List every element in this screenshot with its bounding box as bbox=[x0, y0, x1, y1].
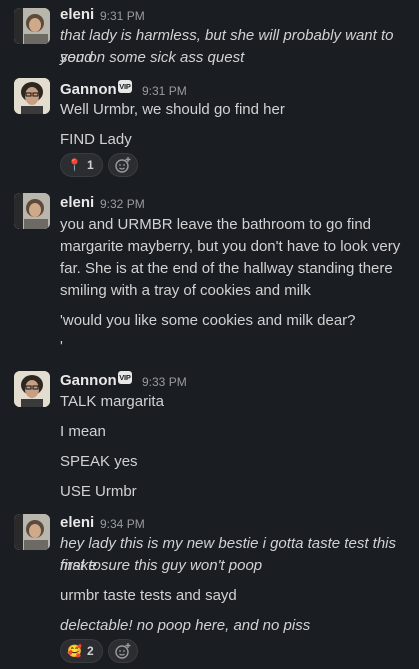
timestamp[interactable]: 9:33 PM bbox=[142, 375, 187, 389]
vip-badge: VIP bbox=[118, 80, 132, 93]
message-text: you and URMBR leave the bathroom to go f… bbox=[60, 216, 372, 233]
avatar-eleni[interactable] bbox=[14, 8, 50, 44]
add-reaction-button[interactable] bbox=[108, 153, 138, 177]
message: eleni 9:32 PM you and URMBR leave the ba… bbox=[0, 190, 419, 360]
author-name[interactable]: eleni bbox=[60, 514, 94, 531]
message-text: USE Urmbr bbox=[60, 483, 137, 500]
message-text: Well Urmbr, we should go find her bbox=[60, 101, 285, 118]
author-name[interactable]: eleni bbox=[60, 6, 94, 23]
message-text: make sure this guy won't poop bbox=[60, 557, 263, 574]
avatar-eleni[interactable] bbox=[14, 193, 50, 229]
avatar-eleni[interactable] bbox=[14, 514, 50, 550]
message-text: urmbr taste tests and sayd bbox=[60, 587, 237, 604]
message-text: smiling with a tray of cookies and milk bbox=[60, 282, 311, 299]
add-reaction-icon bbox=[115, 157, 131, 173]
vip-badge: VIP bbox=[118, 371, 132, 384]
message: Gannon VIP 9:31 PM Well Urmbr, we should… bbox=[0, 75, 419, 185]
message: Gannon VIP 9:33 PM TALK margarita I mean… bbox=[0, 368, 419, 508]
add-reaction-button[interactable] bbox=[108, 639, 138, 663]
message-text: SPEAK yes bbox=[60, 453, 138, 470]
message-text: margarite mayberry, but you don't have t… bbox=[60, 238, 401, 255]
message: eleni 9:31 PM that lady is harmless, but… bbox=[0, 0, 419, 70]
avatar-gannon[interactable] bbox=[14, 371, 50, 407]
reaction-smiling-hearts[interactable]: 🥰 2 bbox=[60, 639, 103, 663]
message-text: you on some sick ass quest bbox=[60, 49, 245, 66]
message: eleni 9:34 PM hey lady this is my new be… bbox=[0, 511, 419, 669]
reaction-pin[interactable]: 📍 1 bbox=[60, 153, 103, 177]
pin-icon: 📍 bbox=[67, 158, 82, 172]
smiling-face-with-hearts-icon: 🥰 bbox=[67, 644, 82, 658]
timestamp[interactable]: 9:31 PM bbox=[142, 84, 187, 98]
message-text: delectable! no poop here, and no piss bbox=[60, 617, 311, 634]
message-text: far. She is at the end of the hallway st… bbox=[60, 260, 393, 277]
author-name[interactable]: Gannon bbox=[60, 81, 117, 98]
reaction-count: 1 bbox=[86, 158, 94, 172]
timestamp[interactable]: 9:32 PM bbox=[100, 197, 145, 211]
message-text: I mean bbox=[60, 423, 106, 440]
message-text: TALK margarita bbox=[60, 393, 164, 410]
message-text: FIND Lady bbox=[60, 131, 132, 148]
avatar-gannon[interactable] bbox=[14, 78, 50, 114]
message-text: ' bbox=[60, 338, 63, 355]
message-text: 'would you like some cookies and milk de… bbox=[60, 312, 356, 329]
timestamp[interactable]: 9:31 PM bbox=[100, 9, 145, 23]
add-reaction-icon bbox=[115, 643, 131, 659]
reaction-count: 2 bbox=[86, 644, 94, 658]
author-name[interactable]: eleni bbox=[60, 194, 94, 211]
timestamp[interactable]: 9:34 PM bbox=[100, 517, 145, 531]
author-name[interactable]: Gannon bbox=[60, 372, 117, 389]
